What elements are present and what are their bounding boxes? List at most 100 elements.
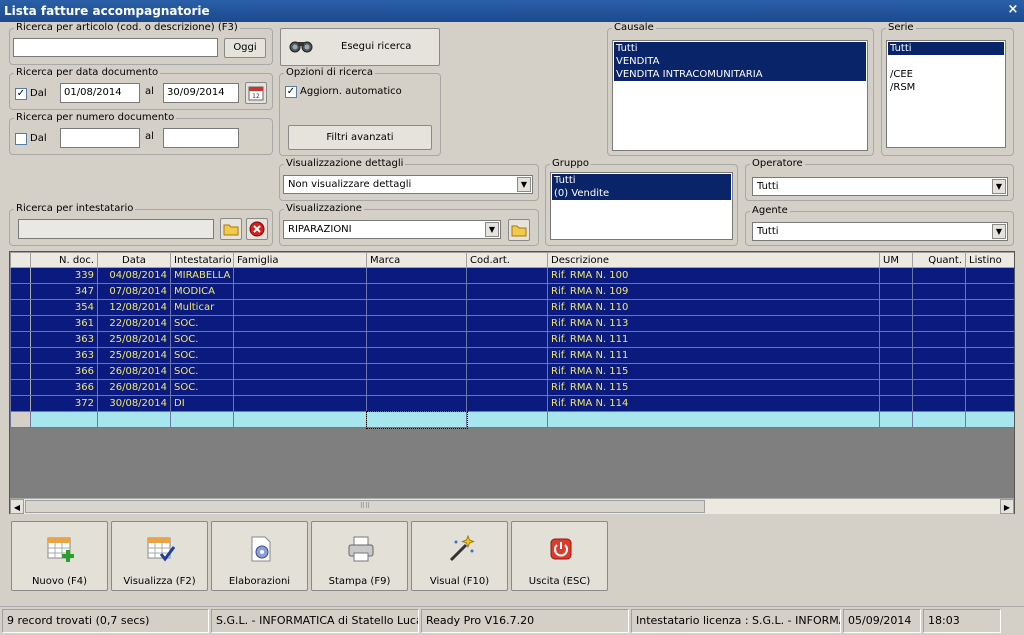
table-cell[interactable] [365, 410, 468, 429]
chevron-down-icon[interactable]: ▼ [517, 177, 531, 192]
serie-item[interactable]: /RSM [888, 81, 1004, 94]
row-indicator[interactable] [10, 395, 31, 412]
table-cell[interactable] [912, 315, 966, 332]
table-cell[interactable] [233, 411, 367, 428]
table-cell[interactable] [879, 411, 913, 428]
row-indicator[interactable] [10, 267, 31, 284]
table-cell[interactable] [965, 283, 1014, 300]
today-button[interactable]: Oggi [224, 38, 266, 58]
details-view-select[interactable]: Non visualizzare dettagli ▼ [283, 175, 533, 194]
table-row[interactable]: 363 25/08/2014 SOC. Rif. RMA N. 111 [10, 347, 1014, 364]
table-cell[interactable] [366, 347, 467, 364]
table-cell[interactable]: 363 [30, 347, 98, 364]
column-header[interactable]: Famiglia [233, 252, 367, 268]
operatore-select[interactable]: Tutti ▼ [752, 177, 1008, 196]
gruppo-item[interactable]: Tutti [552, 174, 731, 187]
documents-grid[interactable]: N. doc. Data Intestatario Famiglia Marca Cod.… [9, 251, 1015, 514]
table-cell[interactable] [233, 395, 367, 412]
table-cell[interactable]: Rif. RMA N. 100 [547, 267, 880, 284]
table-cell[interactable] [466, 347, 548, 364]
row-indicator-header[interactable] [10, 252, 31, 268]
causale-item[interactable]: VENDITA [614, 55, 866, 68]
table-cell[interactable] [466, 299, 548, 316]
table-cell[interactable] [366, 395, 467, 412]
table-cell[interactable]: 22/08/2014 [97, 315, 171, 332]
date-from-input[interactable]: 01/08/2014 [60, 83, 140, 103]
serie-list[interactable]: Tutti /CEE /RSM [886, 40, 1006, 148]
view-button[interactable]: Visualizza (F2) [111, 521, 208, 591]
table-cell[interactable] [912, 395, 966, 412]
visual-button[interactable]: Visual (F10) [411, 521, 508, 591]
table-cell[interactable] [97, 411, 171, 428]
number-from-checkbox[interactable] [15, 133, 27, 145]
table-cell[interactable]: 25/08/2014 [97, 347, 171, 364]
processing-button[interactable]: Elaborazioni [211, 521, 308, 591]
table-cell[interactable] [965, 411, 1014, 428]
horizontal-scrollbar[interactable]: ◀ ⠿⠿ ▶ [10, 498, 1014, 514]
chevron-down-icon[interactable]: ▼ [485, 222, 499, 237]
table-row[interactable]: 361 22/08/2014 SOC. Rif. RMA N. 113 [10, 315, 1014, 332]
row-indicator[interactable] [10, 363, 31, 380]
holder-browse-button[interactable] [220, 218, 242, 240]
table-cell[interactable] [912, 299, 966, 316]
row-indicator[interactable] [10, 315, 31, 332]
table-cell[interactable] [965, 395, 1014, 412]
new-record-row[interactable] [10, 410, 1014, 429]
table-cell[interactable] [879, 299, 913, 316]
column-header[interactable]: Descrizione [547, 252, 880, 268]
table-cell[interactable]: Rif. RMA N. 114 [547, 395, 880, 412]
chevron-down-icon[interactable]: ▼ [992, 224, 1006, 239]
causale-item[interactable]: Tutti [614, 42, 866, 55]
table-cell[interactable] [965, 379, 1014, 396]
exit-button[interactable]: Uscita (ESC) [511, 521, 608, 591]
table-cell[interactable]: Rif. RMA N. 115 [547, 363, 880, 380]
table-cell[interactable]: Rif. RMA N. 113 [547, 315, 880, 332]
column-header[interactable]: Intestatario [170, 252, 234, 268]
table-cell[interactable]: 07/08/2014 [97, 283, 171, 300]
table-cell[interactable] [233, 299, 367, 316]
table-cell[interactable]: Rif. RMA N. 111 [547, 331, 880, 348]
table-cell[interactable] [879, 379, 913, 396]
table-cell[interactable] [879, 347, 913, 364]
table-cell[interactable] [233, 267, 367, 284]
table-cell[interactable] [366, 315, 467, 332]
table-cell[interactable]: 347 [30, 283, 98, 300]
serie-item[interactable] [888, 55, 1004, 68]
table-cell[interactable] [965, 347, 1014, 364]
table-cell[interactable] [879, 315, 913, 332]
table-cell[interactable] [233, 363, 367, 380]
row-indicator[interactable] [10, 347, 31, 364]
table-row[interactable]: 354 12/08/2014 Multicar Rif. RMA N. 110 [10, 299, 1014, 316]
holder-search-input[interactable] [18, 219, 214, 239]
article-search-input[interactable] [13, 38, 218, 57]
table-cell[interactable] [366, 331, 467, 348]
advanced-filters-button[interactable]: Filtri avanzati [288, 125, 432, 150]
column-header[interactable]: UM [879, 252, 913, 268]
table-cell[interactable]: 04/08/2014 [97, 267, 171, 284]
table-cell[interactable] [965, 331, 1014, 348]
scroll-right-icon[interactable]: ▶ [1000, 499, 1014, 514]
table-cell[interactable]: SOC. [170, 315, 234, 332]
table-cell[interactable] [233, 379, 367, 396]
table-cell[interactable]: 25/08/2014 [97, 331, 171, 348]
row-indicator[interactable] [10, 331, 31, 348]
table-row[interactable]: 366 26/08/2014 SOC. Rif. RMA N. 115 [10, 379, 1014, 396]
table-cell[interactable] [879, 267, 913, 284]
table-cell[interactable] [466, 315, 548, 332]
table-cell[interactable] [466, 363, 548, 380]
agente-select[interactable]: Tutti ▼ [752, 222, 1008, 241]
table-cell[interactable] [912, 331, 966, 348]
column-header[interactable]: Data [97, 252, 171, 268]
table-cell[interactable]: 354 [30, 299, 98, 316]
view-browse-button[interactable] [508, 219, 530, 241]
calendar-button[interactable]: 12 [245, 82, 267, 104]
serie-item[interactable]: Tutti [888, 42, 1004, 55]
view-select[interactable]: RIPARAZIONI ▼ [283, 220, 501, 239]
table-cell[interactable] [466, 411, 548, 428]
number-to-input[interactable] [163, 128, 239, 148]
table-cell[interactable]: Rif. RMA N. 111 [547, 347, 880, 364]
table-cell[interactable]: SOC. [170, 379, 234, 396]
holder-clear-button[interactable] [246, 218, 268, 240]
table-row[interactable]: 372 30/08/2014 DI Rif. RMA N. 114 [10, 395, 1014, 412]
table-cell[interactable] [912, 347, 966, 364]
